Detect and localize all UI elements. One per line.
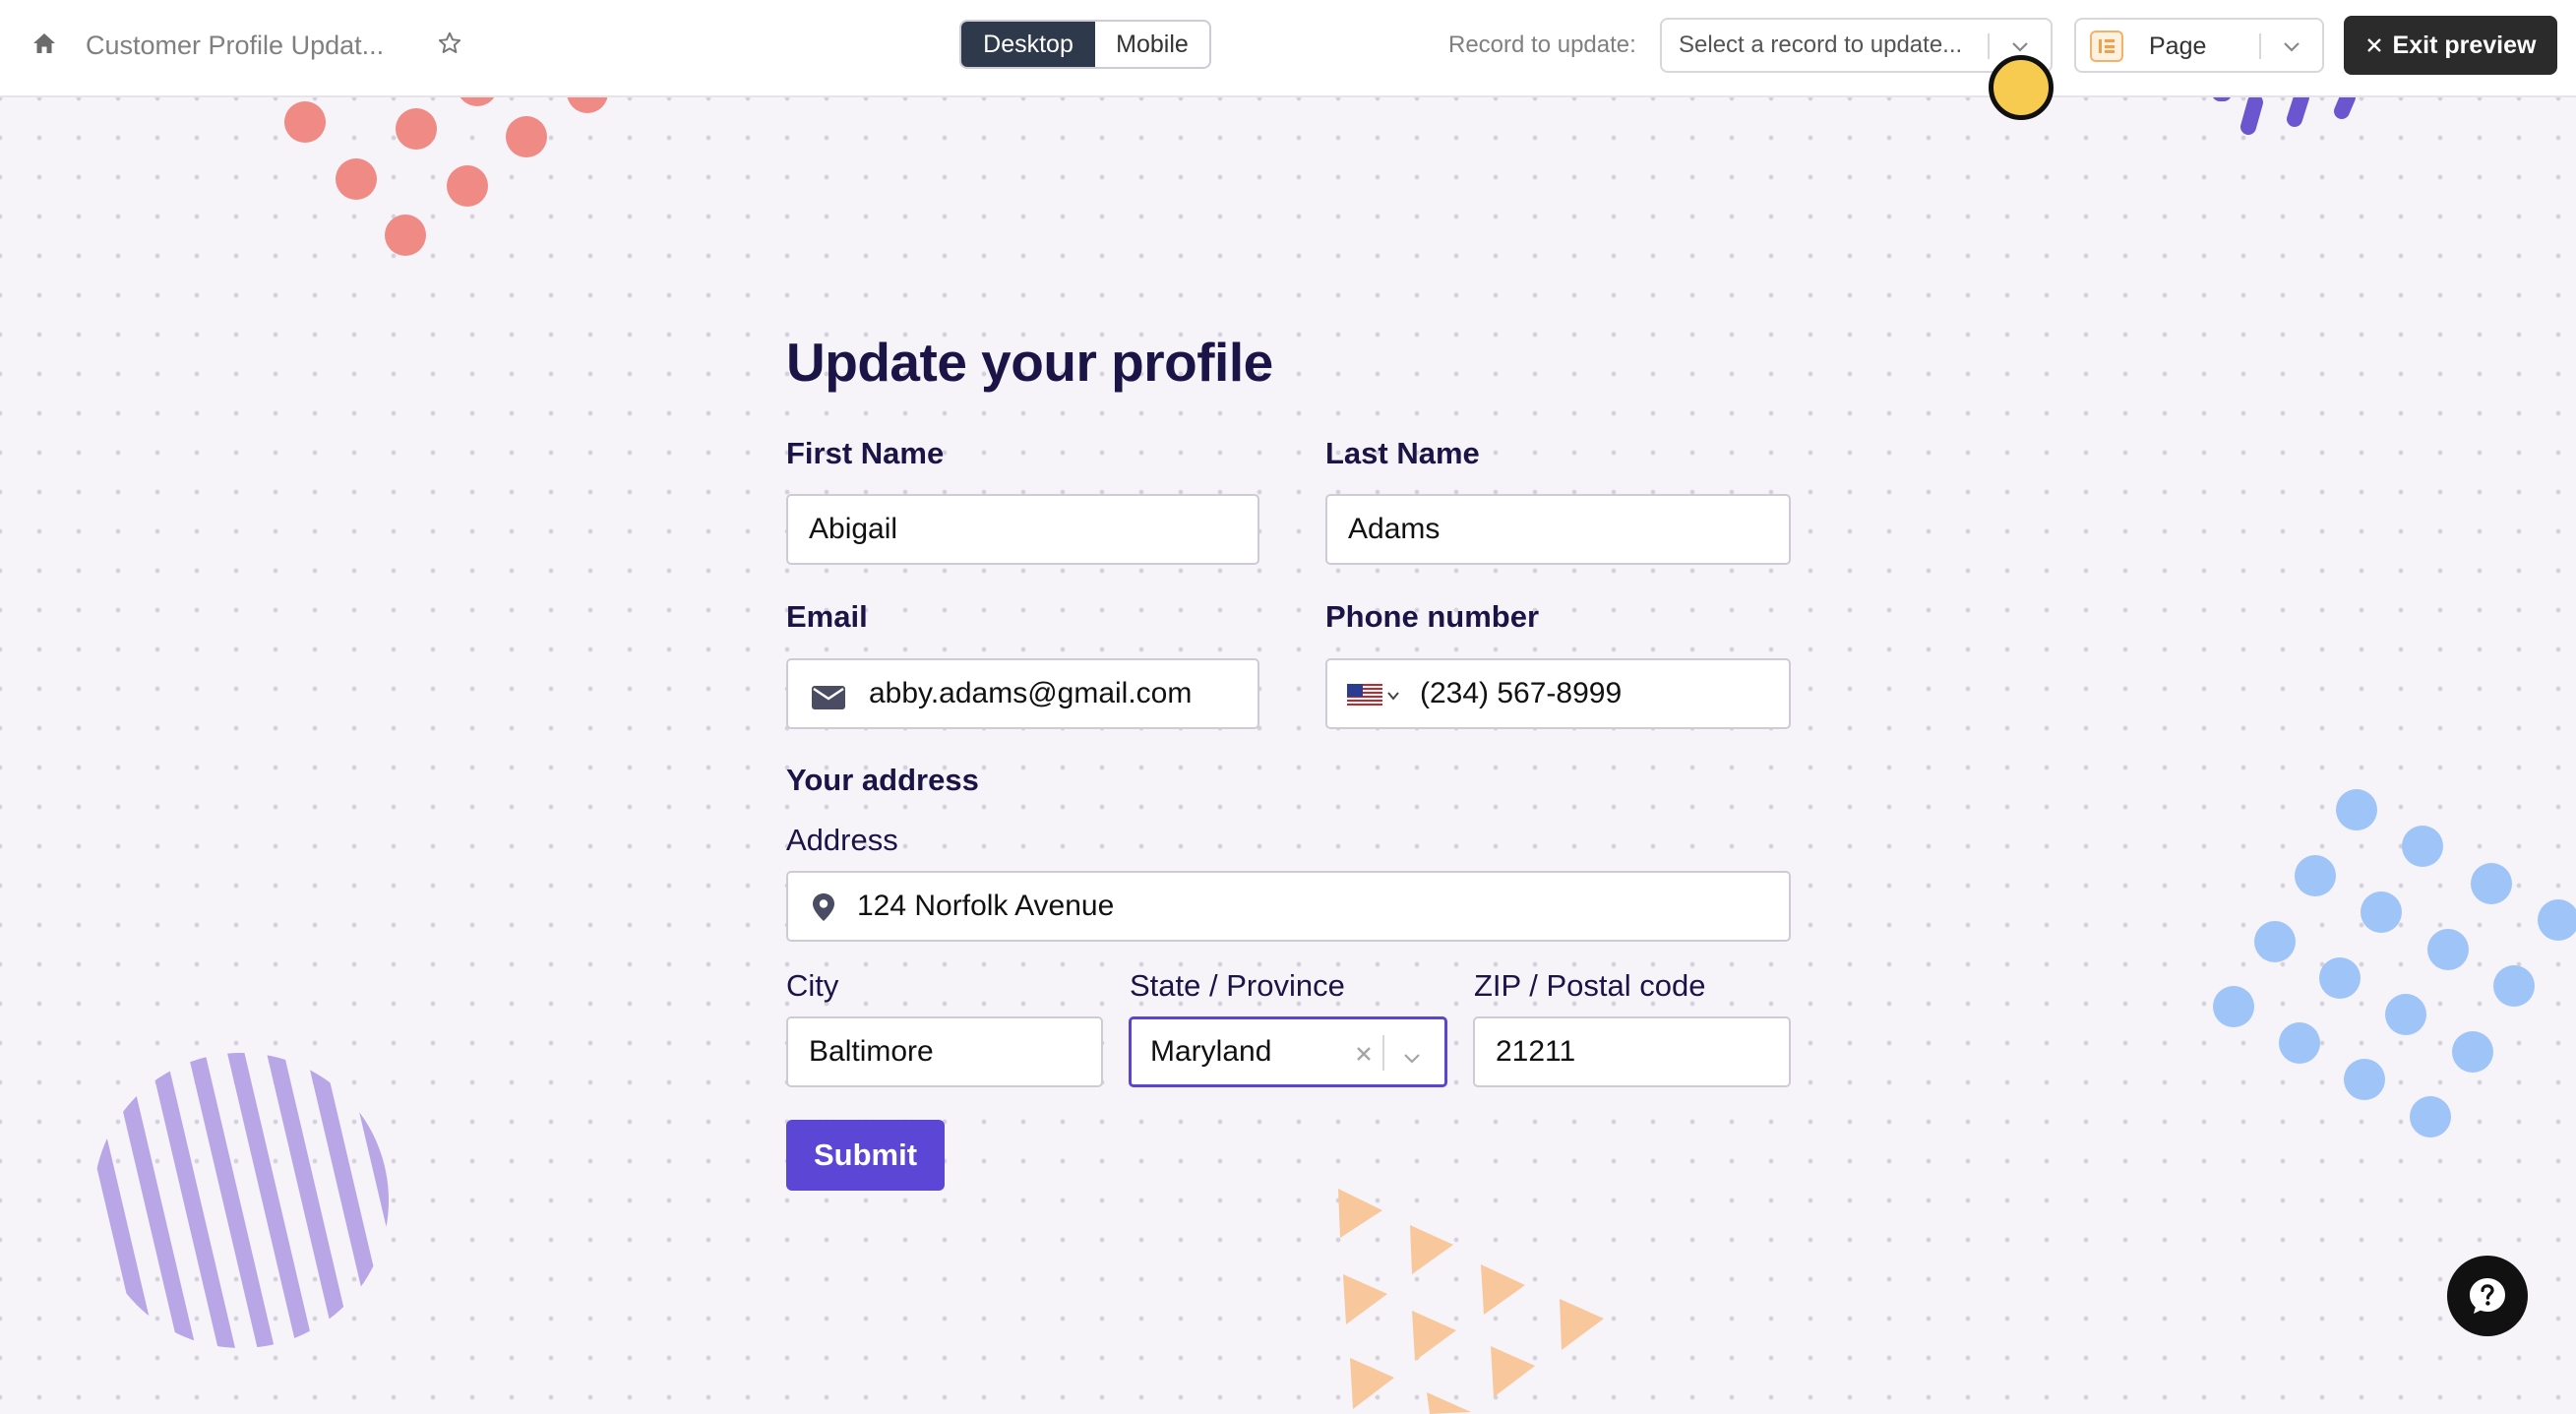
- app-title[interactable]: Customer Profile Updat...: [86, 28, 384, 63]
- select-divider: [2259, 33, 2261, 59]
- close-icon: [2366, 38, 2381, 52]
- home-icon[interactable]: [28, 27, 61, 60]
- zip-field[interactable]: 21211: [1473, 1016, 1791, 1087]
- exit-preview-button[interactable]: Exit preview: [2344, 16, 2557, 75]
- exit-preview-label: Exit preview: [2392, 31, 2537, 59]
- favorite-star-icon[interactable]: [433, 27, 466, 60]
- chevron-down-icon: [1387, 692, 1399, 701]
- last-name-field[interactable]: Adams: [1325, 494, 1791, 565]
- zip-label: ZIP / Postal code: [1474, 968, 1706, 1003]
- state-label: State / Province: [1130, 968, 1345, 1003]
- record-to-update-label: Record to update:: [1448, 31, 1636, 58]
- address-section-heading: Your address: [786, 763, 979, 797]
- clear-icon[interactable]: [1352, 1040, 1376, 1074]
- view-toggle: Desktop Mobile: [959, 20, 1211, 69]
- phone-field[interactable]: (234) 567-8999: [1325, 658, 1791, 729]
- zip-value: 21211: [1496, 1035, 1576, 1068]
- first-name-value: Abigail: [809, 513, 898, 545]
- submit-button[interactable]: Submit: [786, 1120, 945, 1191]
- decor-red-dots: [284, 97, 608, 256]
- decor-blue-dots: [2213, 789, 2576, 1137]
- page-icon: [2090, 31, 2123, 62]
- select-divider: [1988, 33, 1990, 59]
- decor-orange-triangles: [1338, 1189, 1604, 1414]
- help-chat-button[interactable]: [2447, 1256, 2528, 1336]
- address-label: Address: [786, 823, 898, 857]
- email-value: abby.adams@gmail.com: [869, 677, 1193, 709]
- city-label: City: [786, 968, 839, 1003]
- chevron-down-icon[interactable]: [2281, 35, 2302, 64]
- form-title: Update your profile: [786, 332, 1273, 393]
- state-value: Maryland: [1150, 1035, 1272, 1068]
- address-field[interactable]: 124 Norfolk Avenue: [786, 871, 1791, 942]
- select-divider: [1382, 1035, 1384, 1071]
- decor-purple-stripes-circle: [93, 1053, 389, 1348]
- desktop-toggle[interactable]: Desktop: [961, 22, 1095, 67]
- us-flag-icon: [1347, 684, 1382, 707]
- chevron-down-icon[interactable]: [1401, 1043, 1423, 1076]
- country-selector[interactable]: [1347, 684, 1400, 707]
- mobile-toggle[interactable]: Mobile: [1095, 22, 1209, 67]
- envelope-icon: [812, 684, 845, 717]
- address-value: 124 Norfolk Avenue: [857, 890, 1115, 922]
- city-value: Baltimore: [809, 1035, 934, 1068]
- last-name-label: Last Name: [1325, 436, 1480, 470]
- first-name-label: First Name: [786, 436, 945, 470]
- city-field[interactable]: Baltimore: [786, 1016, 1103, 1087]
- record-select[interactable]: Select a record to update...: [1660, 18, 2053, 73]
- decor-purple-strokes: [2213, 97, 2356, 135]
- page-select[interactable]: Page: [2074, 18, 2324, 73]
- state-select[interactable]: Maryland: [1129, 1016, 1447, 1087]
- phone-value: (234) 567-8999: [1420, 677, 1623, 709]
- first-name-field[interactable]: Abigail: [786, 494, 1259, 565]
- record-select-placeholder: Select a record to update...: [1679, 31, 1963, 58]
- page-select-label: Page: [2149, 32, 2207, 60]
- map-pin-icon: [812, 892, 835, 930]
- last-name-value: Adams: [1348, 513, 1441, 545]
- help-chat-icon: [2470, 1278, 2505, 1314]
- top-bar: Customer Profile Updat... Desktop Mobile…: [0, 0, 2576, 97]
- email-label: Email: [786, 599, 868, 634]
- cursor-indicator: [1989, 55, 2054, 120]
- phone-label: Phone number: [1325, 599, 1540, 634]
- email-field[interactable]: abby.adams@gmail.com: [786, 658, 1259, 729]
